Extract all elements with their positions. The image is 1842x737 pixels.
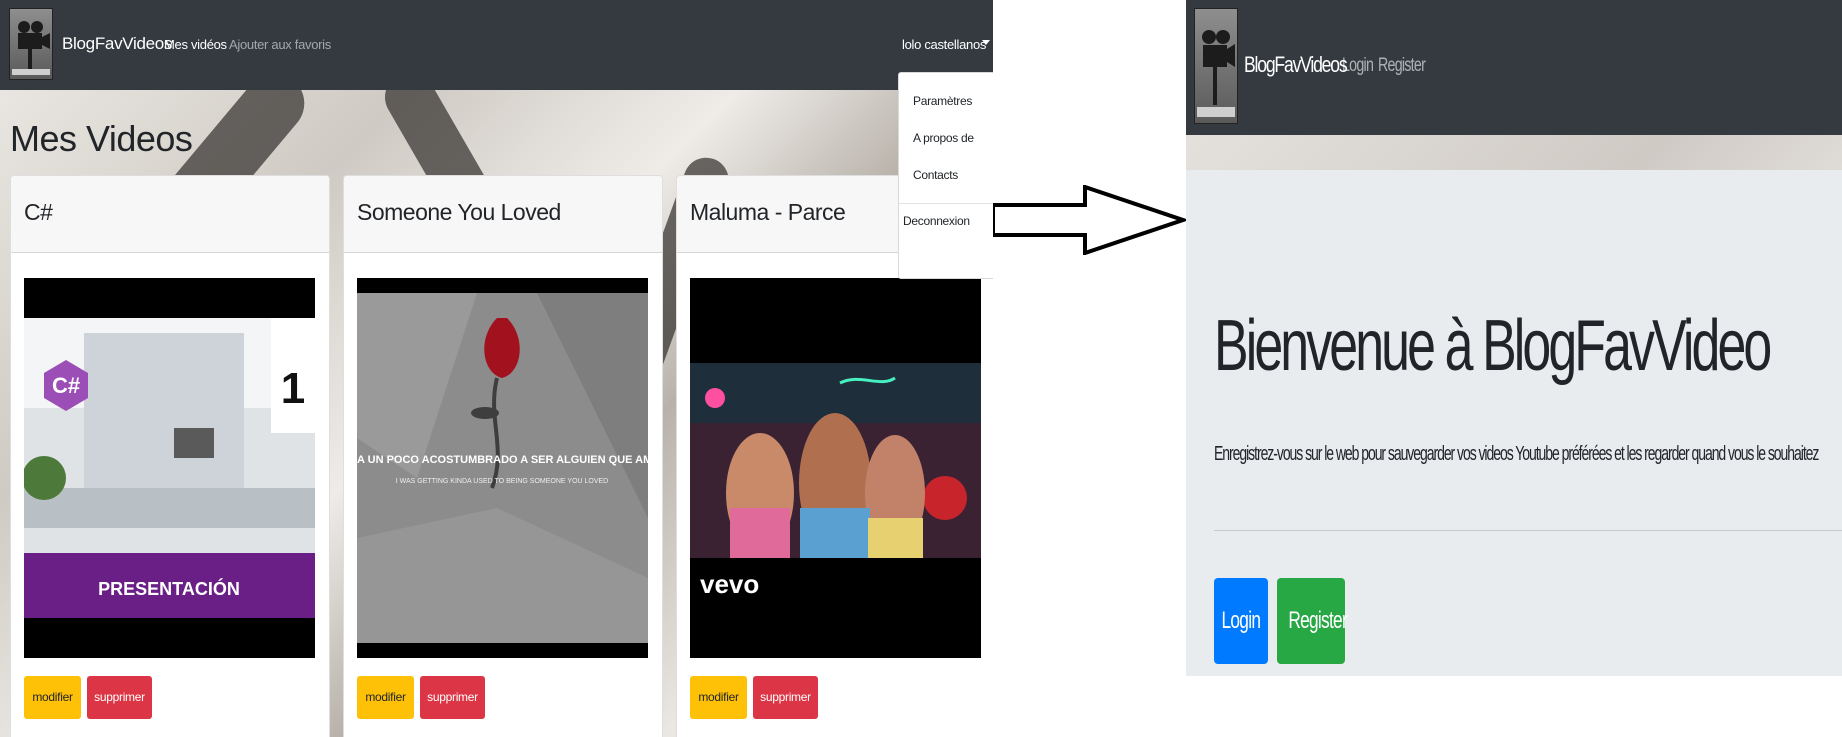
camera-logo-icon[interactable] [9, 8, 53, 80]
thumb-number: 1 [281, 364, 305, 413]
thumb-caption: ESTABA UN POCO ACOSTUMBRADO A SER ALGUIE… [357, 454, 648, 466]
login-button-label: Login [1221, 607, 1261, 634]
rose-video-thumbnail: ESTABA UN POCO ACOSTUMBRADO A SER ALGUIE… [357, 278, 648, 658]
vevo-logo-text: vevo [700, 569, 759, 599]
video-card: C# C# 1 PRESENTACIÓN modifier supprimer [10, 175, 330, 737]
card-title: C# [24, 199, 53, 225]
divider [1214, 530, 1842, 531]
dropdown-item-logout[interactable]: Deconnexion [903, 214, 970, 228]
top-navbar: BlogFavVideos Login Register [1186, 0, 1842, 135]
thumb-subcaption: I WAS GETTING KINDA USED TO BEING SOMEON… [396, 478, 609, 485]
dropdown-item-settings[interactable]: Paramètres [913, 94, 972, 108]
user-dropdown-menu: Paramètres A propos de Contacts Deconnex… [898, 72, 993, 279]
register-button-label: Register [1288, 607, 1347, 634]
edit-button[interactable]: modifier [24, 676, 81, 719]
nav-add-favorites[interactable]: Ajouter aux favoris [229, 37, 331, 52]
login-button[interactable]: Login [1214, 578, 1268, 664]
brand-link[interactable]: BlogFavVideos [1244, 52, 1348, 78]
video-player[interactable]: ESTABA UN POCO ACOSTUMBRADO A SER ALGUIE… [357, 278, 648, 658]
edit-button[interactable]: modifier [357, 676, 414, 719]
video-player[interactable]: vevo [690, 278, 981, 658]
user-videos-screen: BlogFavVideos Mes vidéos Ajouter aux fav… [0, 0, 993, 737]
thumb-caption: PRESENTACIÓN [98, 578, 240, 599]
welcome-screen: BlogFavVideos Login Register Bienvenue à… [1186, 0, 1842, 676]
user-menu-toggle[interactable]: lolo castellanos [902, 37, 986, 52]
delete-button[interactable]: supprimer [420, 676, 485, 719]
delete-button[interactable]: supprimer [753, 676, 818, 719]
card-header: Someone You Loved [344, 176, 662, 253]
edit-button[interactable]: modifier [690, 676, 747, 719]
dropdown-item-contacts[interactable]: Contacts [913, 168, 958, 182]
svg-text:C#: C# [52, 373, 80, 398]
top-navbar: BlogFavVideos Mes vidéos Ajouter aux fav… [0, 0, 993, 90]
camera-logo-icon[interactable] [1194, 8, 1238, 124]
register-button[interactable]: Register [1277, 578, 1348, 664]
card-title: Maluma - Parce [690, 199, 846, 225]
welcome-lead-text: Enregistrez-vous sur le web pour sauvega… [1214, 443, 1819, 465]
welcome-jumbotron: Bienvenue à BlogFavVideo Enregistrez-vou… [1186, 170, 1842, 676]
card-header: C# [11, 176, 329, 253]
brand-link[interactable]: BlogFavVideos [62, 34, 172, 54]
chevron-down-icon[interactable] [982, 40, 990, 45]
nav-register[interactable]: Register [1378, 55, 1426, 77]
dropdown-divider [899, 203, 993, 204]
nav-my-videos[interactable]: Mes vidéos [164, 37, 227, 52]
video-card: Someone You Loved ESTABA UN POCO ACOSTUM… [343, 175, 663, 737]
card-title: Someone You Loved [357, 199, 561, 225]
csharp-video-thumbnail: C# 1 PRESENTACIÓN [24, 278, 315, 658]
music-video-thumbnail: vevo [690, 278, 981, 658]
video-player[interactable]: C# 1 PRESENTACIÓN [24, 278, 315, 658]
nav-login[interactable]: Login [1342, 55, 1374, 77]
right-arrow-icon [991, 184, 1190, 260]
page-title: Mes Videos [10, 118, 193, 159]
dropdown-item-about[interactable]: A propos de [913, 131, 974, 145]
delete-button[interactable]: supprimer [87, 676, 152, 719]
welcome-heading: Bienvenue à BlogFavVideo [1214, 306, 1772, 386]
